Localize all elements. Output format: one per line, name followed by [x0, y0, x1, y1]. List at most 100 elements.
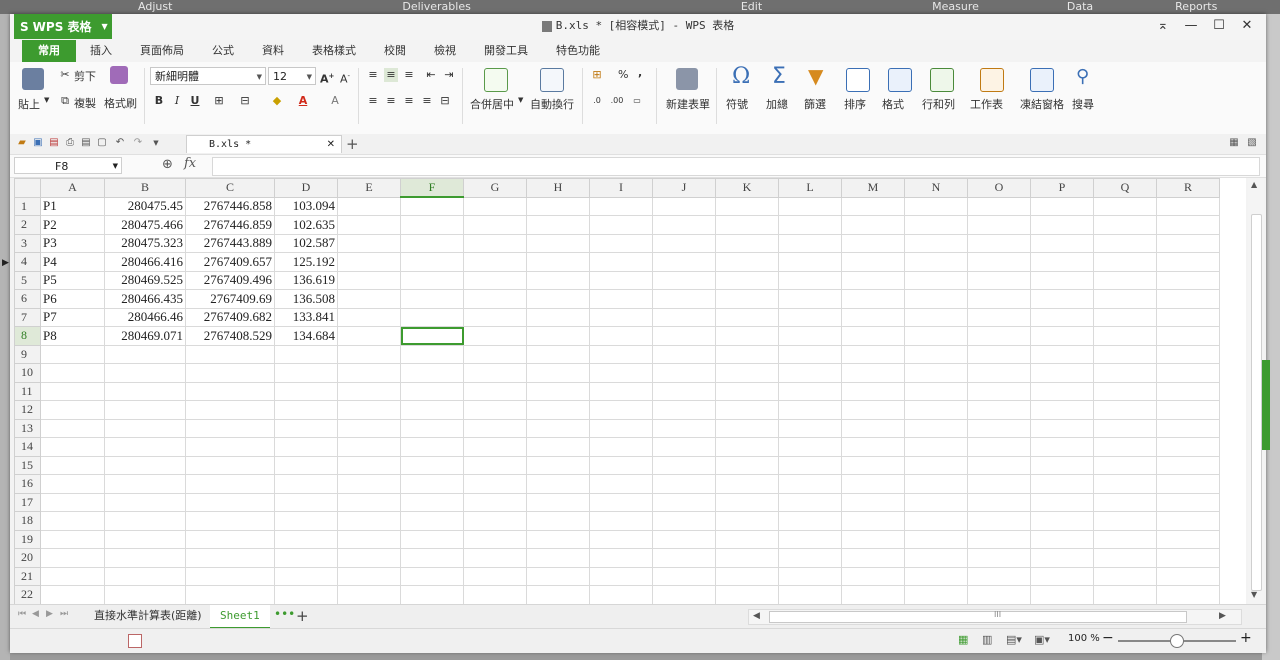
cell-c12[interactable] [185, 400, 275, 420]
wrap-text-button[interactable]: 自動換行 [530, 96, 574, 112]
cell-o6[interactable] [967, 289, 1031, 309]
cell-o9[interactable] [967, 344, 1031, 364]
cell-f11[interactable] [400, 381, 464, 401]
cell-o10[interactable] [967, 363, 1031, 383]
format-painter-button[interactable]: 格式刷 [104, 95, 137, 111]
cell-j12[interactable] [652, 400, 716, 420]
cell-p11[interactable] [1030, 381, 1094, 401]
cell-r21[interactable] [1156, 566, 1220, 586]
cell-f14[interactable] [400, 437, 464, 457]
cell-q7[interactable] [1093, 307, 1157, 327]
tab-insert[interactable]: 插入 [76, 40, 126, 62]
cell-b19[interactable] [104, 529, 186, 549]
cell-f3[interactable] [400, 233, 464, 253]
wps-app-menu-button[interactable]: S WPS 表格 ▼ [14, 14, 112, 39]
cell-n14[interactable] [904, 437, 968, 457]
cell-p7[interactable] [1030, 307, 1094, 327]
cell-o21[interactable] [967, 566, 1031, 586]
cell-e11[interactable] [337, 381, 401, 401]
cell-a3[interactable]: P3 [40, 233, 105, 253]
cell-l2[interactable] [778, 215, 842, 235]
cell-i21[interactable] [589, 566, 653, 586]
cell-a5[interactable]: P5 [40, 270, 105, 290]
column-header-r[interactable]: R [1156, 178, 1220, 198]
decrease-indent-icon[interactable]: ⇤ [424, 68, 438, 82]
zoom-slider-knob[interactable] [1170, 634, 1184, 648]
cell-g15[interactable] [463, 455, 527, 475]
cell-d14[interactable] [274, 437, 338, 457]
cell-k15[interactable] [715, 455, 779, 475]
cell-o13[interactable] [967, 418, 1031, 438]
sheet-tab-sheet1[interactable]: Sheet1 [210, 605, 270, 629]
scroll-down-icon[interactable]: ▼ [1251, 590, 1257, 599]
cell-j1[interactable] [652, 196, 716, 216]
zoom-in-button[interactable]: + [1240, 630, 1252, 646]
cell-i3[interactable] [589, 233, 653, 253]
cell-b20[interactable] [104, 548, 186, 568]
cell-h21[interactable] [526, 566, 590, 586]
align-bottom-icon[interactable]: ≡ [402, 68, 416, 82]
cell-r10[interactable] [1156, 363, 1220, 383]
cell-f8[interactable] [400, 326, 464, 346]
cell-c15[interactable] [185, 455, 275, 475]
cell-b9[interactable] [104, 344, 186, 364]
cell-p4[interactable] [1030, 252, 1094, 272]
cell-e1[interactable] [337, 196, 401, 216]
cell-i1[interactable] [589, 196, 653, 216]
cell-m2[interactable] [841, 215, 905, 235]
cell-c3[interactable]: 2767443.889 [185, 233, 275, 253]
cell-f19[interactable] [400, 529, 464, 549]
cell-b3[interactable]: 280475.323 [104, 233, 186, 253]
cell-m12[interactable] [841, 400, 905, 420]
cell-p13[interactable] [1030, 418, 1094, 438]
format-painter-icon[interactable] [110, 66, 128, 84]
column-header-f[interactable]: F [400, 178, 464, 198]
comma-button[interactable]: , [638, 66, 642, 79]
distributed-icon[interactable]: ⊟ [438, 94, 452, 108]
cell-i4[interactable] [589, 252, 653, 272]
bg-menu-deliverables[interactable]: Deliverables [402, 0, 470, 14]
h-scroll-thumb[interactable]: III [769, 610, 1187, 623]
cell-q19[interactable] [1093, 529, 1157, 549]
cell-o8[interactable] [967, 326, 1031, 346]
last-sheet-icon[interactable]: ⏭ [60, 609, 68, 619]
customize-dropdown-icon[interactable]: ▼ [150, 137, 162, 149]
cell-m9[interactable] [841, 344, 905, 364]
scissors-icon[interactable]: ✂ [58, 68, 72, 82]
cell-g17[interactable] [463, 492, 527, 512]
align-middle-icon[interactable]: ≡ [384, 68, 398, 82]
cell-f4[interactable] [400, 252, 464, 272]
cell-o14[interactable] [967, 437, 1031, 457]
cell-k9[interactable] [715, 344, 779, 364]
row-header[interactable]: 22 [14, 585, 41, 604]
cell-o7[interactable] [967, 307, 1031, 327]
cell-g12[interactable] [463, 400, 527, 420]
cell-q4[interactable] [1093, 252, 1157, 272]
cell-n19[interactable] [904, 529, 968, 549]
cell-i2[interactable] [589, 215, 653, 235]
symbol-button[interactable]: 符號 [726, 96, 748, 112]
cell-k17[interactable] [715, 492, 779, 512]
cell-o4[interactable] [967, 252, 1031, 272]
cell-j17[interactable] [652, 492, 716, 512]
row-header[interactable]: 16 [14, 474, 41, 494]
cell-l16[interactable] [778, 474, 842, 494]
cell-c17[interactable] [185, 492, 275, 512]
find-button[interactable]: 搜尋 [1072, 96, 1094, 112]
cell-e5[interactable] [337, 270, 401, 290]
cell-g18[interactable] [463, 511, 527, 531]
sheet-tab-leveling[interactable]: 直接水準計算表(距離) [84, 605, 212, 627]
cell-k10[interactable] [715, 363, 779, 383]
tab-home[interactable]: 常用 [22, 40, 76, 62]
cell-p20[interactable] [1030, 548, 1094, 568]
cell-j19[interactable] [652, 529, 716, 549]
cell-g6[interactable] [463, 289, 527, 309]
fill-color-icon[interactable]: ◆ [270, 94, 284, 108]
merge-center-icon[interactable] [484, 68, 508, 92]
cell-a16[interactable] [40, 474, 105, 494]
row-column-icon[interactable] [930, 68, 954, 92]
cell-g19[interactable] [463, 529, 527, 549]
cell-f22[interactable] [400, 585, 464, 604]
cell-j2[interactable] [652, 215, 716, 235]
cell-q17[interactable] [1093, 492, 1157, 512]
